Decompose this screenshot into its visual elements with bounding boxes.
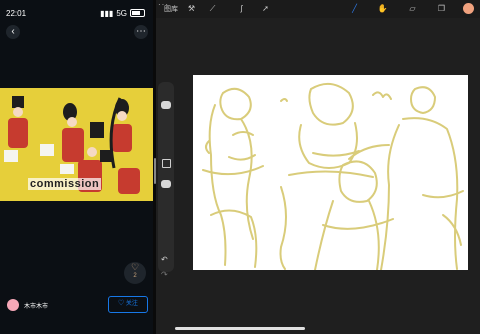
opacity-slider[interactable] — [161, 180, 171, 188]
avatar[interactable] — [7, 299, 19, 311]
like-button[interactable]: ♡ 2 — [124, 262, 146, 284]
layers-icon[interactable]: ❐ — [436, 3, 447, 14]
color-picker-button[interactable] — [463, 3, 474, 14]
toolbar: 图库 ⚒ ⟋ ʃ ➚ ╱ ✋ ▱ ❐ — [156, 0, 480, 18]
battery-icon — [130, 9, 145, 17]
signal-group: ▮▮▮ 5G — [100, 9, 145, 18]
network-label: 5G — [116, 8, 127, 18]
follow-label: 关注 — [125, 301, 138, 307]
undo-icon[interactable]: ↶ — [161, 255, 168, 264]
artwork-image[interactable]: commission — [0, 88, 153, 201]
drawing-canvas[interactable] — [193, 75, 468, 270]
browser-pane: 22:01 ▮▮▮ 5G ‹ ⋯ commission ♡ 2 木市木市 ♡ 关… — [0, 0, 153, 334]
artwork-caption: commission — [28, 178, 102, 190]
magic-wand-icon[interactable]: ⟋ — [207, 3, 218, 14]
username[interactable]: 木市木市 — [24, 301, 48, 310]
eraser-icon[interactable]: ▱ — [407, 3, 418, 14]
back-button[interactable]: ‹ — [6, 25, 20, 39]
status-time: 22:01 — [6, 8, 27, 18]
follow-button[interactable]: ♡ 关注 — [108, 296, 148, 313]
heart-outline-icon: ♡ — [118, 301, 125, 307]
brush-size-slider[interactable] — [161, 101, 171, 109]
more-button[interactable]: ⋯ — [134, 25, 148, 39]
wrench-icon[interactable]: ⚒ — [186, 3, 197, 14]
multitask-dots[interactable]: ··· — [158, 0, 169, 9]
smudge-icon[interactable]: ✋ — [377, 3, 388, 14]
modify-button[interactable] — [162, 159, 171, 168]
status-bar: 22:01 ▮▮▮ 5G — [6, 7, 145, 19]
adjust-icon[interactable]: ʃ — [236, 3, 247, 14]
sketch-drawing — [202, 82, 464, 270]
home-indicator[interactable] — [175, 327, 305, 330]
like-count: 2 — [133, 273, 137, 279]
selection-icon[interactable]: ➚ — [260, 3, 271, 14]
heart-icon: ♡ — [130, 262, 140, 272]
signal-icon: ▮▮▮ — [100, 8, 114, 18]
side-toolbar — [158, 82, 174, 272]
brush-icon[interactable]: ╱ — [349, 3, 360, 14]
redo-icon[interactable]: ↷ — [161, 270, 168, 279]
